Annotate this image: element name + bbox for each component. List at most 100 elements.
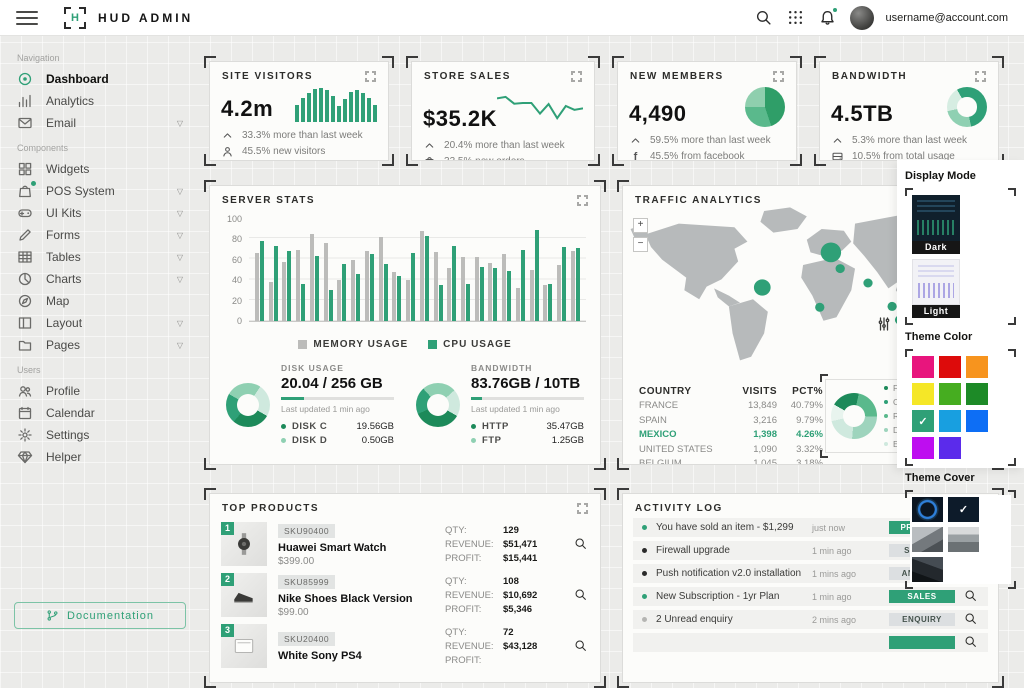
map-marker[interactable] (815, 303, 824, 312)
theme-cover-dark-ring[interactable] (912, 497, 943, 522)
sidebar-item-widgets[interactable]: Widgets (0, 158, 200, 180)
sidebar-item-tables[interactable]: Tables▽ (0, 246, 200, 268)
memory-bar (543, 285, 547, 321)
display-mode-label: Light (912, 305, 960, 318)
expand-icon[interactable] (365, 71, 376, 82)
map-marker[interactable] (754, 279, 771, 295)
apps-grid-icon[interactable] (786, 8, 806, 28)
cell-visits: 1,045 (731, 458, 777, 465)
notification-dot (31, 181, 36, 186)
usage-item-value: 0.50GB (362, 435, 394, 446)
documentation-button[interactable]: Documentation (14, 602, 186, 629)
map-marker[interactable] (863, 279, 872, 288)
sidebar-item-dashboard[interactable]: Dashboard (0, 68, 200, 90)
sidebar-item-pages[interactable]: Pages▽ (0, 334, 200, 356)
memory-bar (557, 265, 561, 321)
card-title: TRAFFIC ANALYTICS (635, 195, 762, 206)
sidebar-item-map[interactable]: Map (0, 290, 200, 312)
theme-color-swatch[interactable]: ✓ (912, 410, 934, 432)
theme-cover-mountain[interactable] (912, 527, 943, 552)
theme-color-swatch[interactable] (966, 410, 988, 432)
app-logo: H (64, 7, 86, 29)
table-row: FRANCE13,84940.79% (639, 399, 823, 414)
legend-dot (884, 428, 888, 432)
search-icon[interactable] (964, 635, 979, 650)
legend-dot (471, 438, 476, 443)
display-mode-dark[interactable]: Dark (912, 195, 960, 254)
theme-color-swatch[interactable] (912, 383, 934, 405)
cpu-bar (425, 236, 429, 321)
product-stat-row: QTY:108 (445, 574, 563, 588)
theme-color-swatch[interactable] (966, 356, 988, 378)
theme-color-swatch[interactable] (939, 437, 961, 459)
stat-value: $51,471 (503, 539, 537, 550)
card-title: STORE SALES (424, 71, 511, 82)
sidebar-item-analytics[interactable]: Analytics (0, 90, 200, 112)
col-country: COUNTRY (639, 386, 731, 397)
search-icon[interactable] (574, 588, 589, 603)
display-mode-light[interactable]: Light (912, 259, 960, 318)
memory-bar (351, 260, 355, 321)
sidebar-item-label: Pages (46, 338, 80, 352)
legend-dot (884, 400, 888, 404)
expand-icon[interactable] (571, 71, 582, 82)
memory-bar (406, 280, 410, 321)
expand-icon[interactable] (975, 71, 986, 82)
map-zoom-in-button[interactable]: + (633, 218, 648, 233)
theme-color-swatch[interactable] (912, 356, 934, 378)
theme-color-swatch[interactable] (939, 356, 961, 378)
expand-icon[interactable] (773, 71, 784, 82)
sidebar-item-settings[interactable]: Settings (0, 424, 200, 446)
sidebar-item-helper[interactable]: Helper (0, 446, 200, 468)
display-mode-label: Dark (912, 241, 960, 254)
memory-bar (296, 250, 300, 321)
bar-pair (310, 234, 319, 321)
table-row: MEXICO1,3984.26% (639, 428, 823, 443)
card-title: NEW MEMBERS (630, 71, 724, 82)
display-mode-heading: Display Mode (905, 170, 1016, 182)
memory-bar (502, 254, 506, 321)
map-marker[interactable] (836, 264, 845, 273)
theme-color-swatch[interactable] (939, 383, 961, 405)
chevron-up-icon (423, 139, 436, 152)
theme-color-swatch[interactable] (912, 437, 934, 459)
avatar[interactable] (850, 6, 874, 30)
notifications-bell-icon[interactable] (818, 8, 838, 28)
menu-toggle-icon[interactable] (16, 11, 38, 25)
theme-cover-dark-plain[interactable]: ✓ (948, 497, 979, 522)
expand-icon[interactable] (577, 503, 588, 514)
search-icon[interactable] (964, 612, 979, 627)
memory-bar (337, 280, 341, 321)
cpu-bar (287, 251, 291, 321)
sidebar-item-forms[interactable]: Forms▽ (0, 224, 200, 246)
theme-color-swatch[interactable] (966, 383, 988, 405)
search-icon[interactable] (574, 639, 589, 654)
map-zoom-out-button[interactable]: − (633, 237, 648, 252)
username[interactable]: username@account.com (886, 12, 1008, 24)
bar-pair (337, 264, 346, 321)
search-icon[interactable] (964, 589, 979, 604)
memory-bar (255, 253, 259, 321)
search-icon[interactable] (574, 537, 589, 552)
sidebar-item-layout[interactable]: Layout▽ (0, 312, 200, 334)
theme-cover-industrial[interactable] (948, 527, 979, 552)
bar-pair (351, 260, 360, 321)
sidebar-item-pos-system[interactable]: POS System▽ (0, 180, 200, 202)
stat-label: QTY: (445, 627, 503, 638)
search-icon[interactable] (754, 8, 774, 28)
map-marker[interactable] (821, 243, 841, 263)
sidebar-item-ui-kits[interactable]: UI Kits▽ (0, 202, 200, 224)
map-marker[interactable] (887, 302, 896, 311)
usage-value: 83.76GB / 10TB (471, 375, 584, 392)
sidebar-item-email[interactable]: Email▽ (0, 112, 200, 134)
theme-cover-city[interactable] (912, 557, 943, 582)
sidebar-item-charts[interactable]: Charts▽ (0, 268, 200, 290)
chevron-up-icon (831, 134, 844, 147)
cell-pct: 9.79% (777, 415, 823, 426)
sidebar-item-profile[interactable]: Profile (0, 380, 200, 402)
usage-donut-chart (416, 383, 460, 427)
map-settings-sliders-icon[interactable] (876, 316, 892, 332)
expand-icon[interactable] (577, 195, 588, 206)
theme-color-swatch[interactable] (939, 410, 961, 432)
sidebar-item-calendar[interactable]: Calendar (0, 402, 200, 424)
